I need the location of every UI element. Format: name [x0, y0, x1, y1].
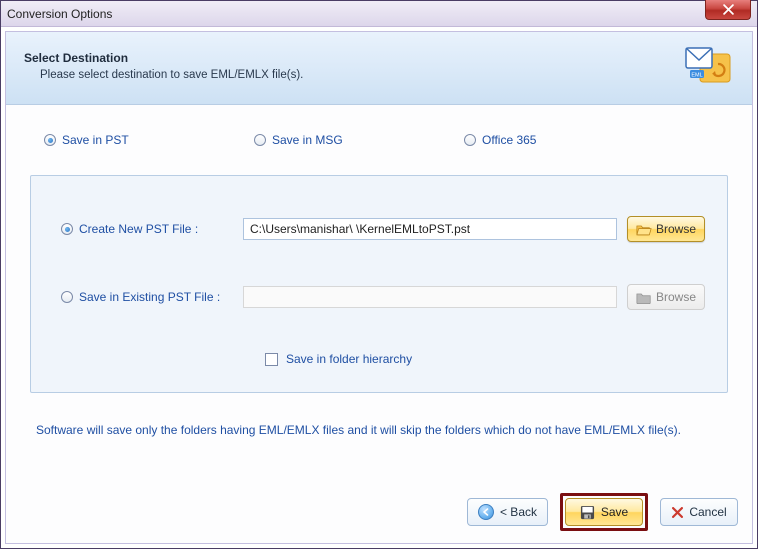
footer-buttons: < Back Save: [467, 493, 738, 531]
floppy-disk-icon: [580, 505, 595, 520]
header-text: Select Destination Please select destina…: [24, 51, 303, 81]
create-new-row: Create New PST File : C:\Users\manishar\…: [61, 216, 705, 242]
browse-new-button[interactable]: Browse: [627, 216, 705, 242]
existing-pst-path-input: [243, 286, 617, 308]
radio-icon: [61, 223, 73, 235]
pst-options-group: Create New PST File : C:\Users\manishar\…: [30, 175, 728, 393]
window-title: Conversion Options: [7, 7, 112, 21]
hierarchy-checkbox[interactable]: [265, 353, 278, 366]
note-text: Software will save only the folders havi…: [36, 423, 728, 437]
save-button[interactable]: Save: [565, 498, 643, 526]
radio-create-new-pst[interactable]: Create New PST File :: [61, 222, 233, 236]
radio-icon: [254, 134, 266, 146]
new-pst-path-input[interactable]: C:\Users\manishar\ \KernelEMLtoPST.pst: [243, 218, 617, 240]
header-subtitle: Please select destination to save EML/EM…: [40, 69, 303, 81]
save-highlight-frame: Save: [560, 493, 648, 531]
arrow-left-icon: [478, 504, 494, 520]
radio-existing-pst[interactable]: Save in Existing PST File :: [61, 290, 233, 304]
radio-label: Save in PST: [62, 133, 129, 147]
radio-label: Save in Existing PST File :: [79, 290, 220, 304]
radio-icon: [44, 134, 56, 146]
close-button[interactable]: [705, 0, 751, 20]
radio-icon: [464, 134, 476, 146]
folder-icon: [636, 291, 652, 304]
browse-existing-button: Browse: [627, 284, 705, 310]
folder-open-icon: [636, 223, 652, 236]
content-area: Select Destination Please select destina…: [1, 27, 757, 548]
save-label: Save: [601, 505, 628, 519]
radio-save-in-pst[interactable]: Save in PST: [44, 133, 254, 147]
header-title: Select Destination: [24, 51, 303, 65]
existing-row: Save in Existing PST File : Browse: [61, 284, 705, 310]
svg-text:EML: EML: [691, 72, 702, 78]
radio-save-in-msg[interactable]: Save in MSG: [254, 133, 464, 147]
hierarchy-row: Save in folder hierarchy: [265, 352, 705, 366]
radio-label: Create New PST File :: [79, 222, 198, 236]
hierarchy-label: Save in folder hierarchy: [286, 352, 412, 366]
back-label: < Back: [500, 505, 537, 519]
cancel-button[interactable]: Cancel: [660, 498, 738, 526]
destination-radio-row: Save in PST Save in MSG Office 365: [44, 133, 728, 147]
close-icon: [723, 4, 734, 15]
cancel-label: Cancel: [689, 505, 726, 519]
radio-office-365[interactable]: Office 365: [464, 133, 674, 147]
radio-label: Office 365: [482, 133, 536, 147]
body-panel: Save in PST Save in MSG Office 365: [6, 105, 752, 543]
header-panel: Select Destination Please select destina…: [6, 32, 752, 105]
inner-panel: Select Destination Please select destina…: [5, 31, 753, 544]
browse-label: Browse: [656, 222, 696, 236]
back-button[interactable]: < Back: [467, 498, 548, 526]
radio-icon: [61, 291, 73, 303]
titlebar: Conversion Options: [1, 1, 757, 27]
dialog-window: Conversion Options Select Destination Pl…: [0, 0, 758, 549]
eml-envelope-icon: EML: [682, 44, 734, 88]
browse-label: Browse: [656, 290, 696, 304]
cancel-x-icon: [671, 506, 683, 518]
radio-label: Save in MSG: [272, 133, 343, 147]
